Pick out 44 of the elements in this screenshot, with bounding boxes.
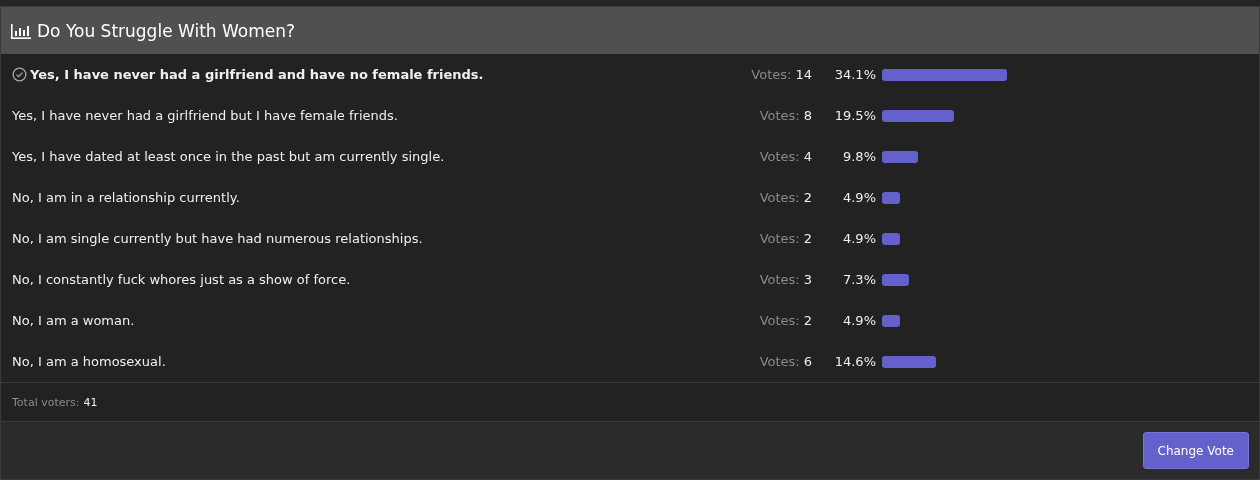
result-bar [882,314,900,327]
result-bar [882,232,900,245]
poll-title: Do You Struggle With Women? [37,20,296,41]
votes-label: Votes: [759,313,800,328]
vote-count: 6 [803,354,812,369]
result-bar [882,355,936,368]
total-voters-label: Total voters: [12,395,80,409]
votes-label: Votes: [759,149,800,164]
result-bar [882,109,954,122]
vote-percent: 19.5% [833,108,876,123]
vote-percent: 14.6% [833,354,876,369]
option-label: No, I am a woman. [12,313,135,328]
votes-label: Votes: [759,231,800,246]
vote-percent: 4.9% [841,313,876,328]
vote-percent: 7.3% [841,272,876,287]
votes-label: Votes: [759,272,800,287]
result-bar [882,150,918,163]
result-bar [882,273,909,286]
vote-count: 3 [803,272,812,287]
vote-percent: 9.8% [841,149,876,164]
vote-count: 14 [795,67,812,82]
option-label: Yes, I have dated at least once in the past but am currently single. [12,149,445,164]
vote-count: 8 [803,108,812,123]
votes-label: Votes: [759,108,800,123]
option-label: Yes, I have never had a girlfriend but I have female friends. [12,108,398,123]
result-bar [882,191,900,204]
votes-label: Votes: [759,190,800,205]
vote-count: 2 [803,231,812,246]
vote-percent: 34.1% [833,67,876,82]
option-label: No, I constantly fuck whores just as a show of force. [12,272,351,287]
vote-count: 2 [803,313,812,328]
vote-percent: 4.9% [841,190,876,205]
option-label: No, I am single currently but have had numerous relationships. [12,231,423,246]
total-voters-count: 41 [83,395,98,409]
vote-count: 2 [803,190,812,205]
vote-percent: 4.9% [841,231,876,246]
votes-label: Votes: [751,67,792,82]
change-vote-button[interactable]: Change Vote [1142,432,1249,469]
votes-label: Votes: [759,354,800,369]
option-label: No, I am in a relationship currently. [12,190,240,205]
option-label: Yes, I have never had a girlfriend and have no female friends. [30,67,484,82]
option-label: No, I am a homosexual. [12,354,166,369]
bar-chart-icon [11,22,31,39]
vote-count: 4 [803,149,812,164]
